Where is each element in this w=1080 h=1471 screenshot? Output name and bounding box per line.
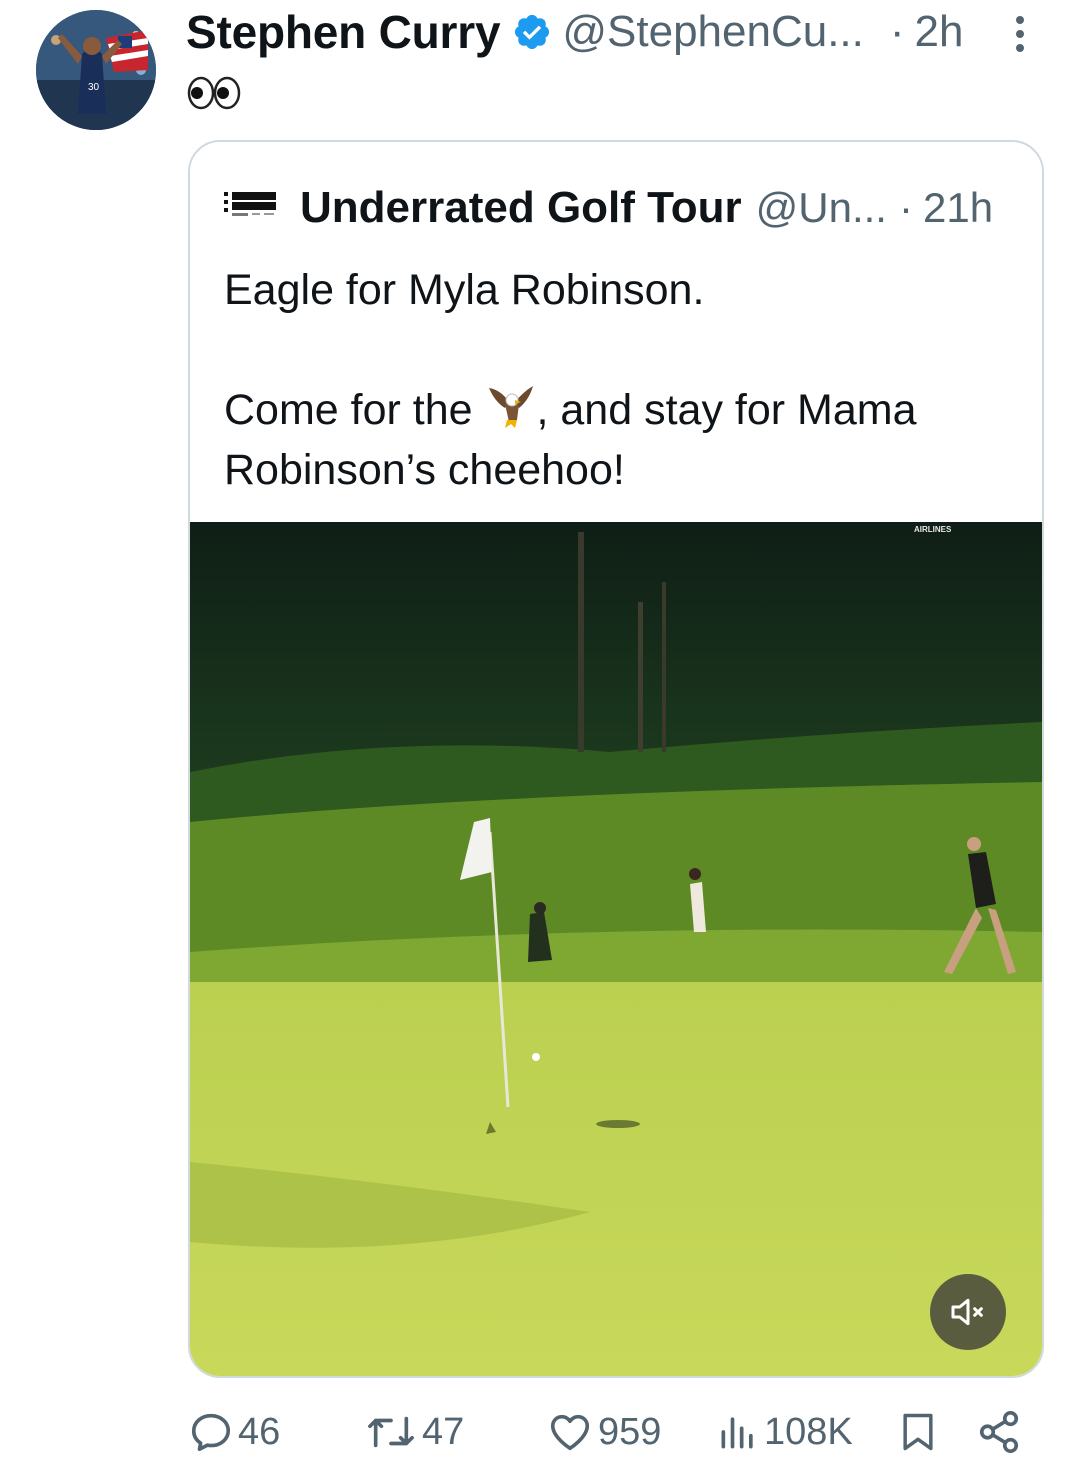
quoted-author-handle[interactable]: @Un...	[756, 184, 887, 232]
share-button[interactable]	[976, 1404, 1022, 1460]
like-count: 959	[598, 1410, 662, 1453]
underrated-logo-icon	[224, 192, 276, 216]
quoted-text-line-2: Come for the , and stay for Mama Robinso…	[224, 380, 1014, 500]
svg-text:30: 30	[88, 82, 100, 93]
quoted-text-line-2-start: Come for the	[224, 386, 485, 434]
quoted-author-name[interactable]: Underrated Golf Tour	[300, 183, 742, 233]
repost-button[interactable]: 47	[364, 1404, 464, 1460]
tweet-header: Stephen Curry @StephenCu... · 2h	[186, 4, 963, 60]
quoted-separator: ·	[898, 184, 913, 231]
reply-count: 46	[238, 1410, 281, 1453]
tweet-actions: 46 47 959 108K	[188, 1404, 1040, 1460]
repost-icon	[368, 1416, 414, 1448]
tweet-timestamp[interactable]: 2h	[915, 7, 964, 57]
bookmark-button[interactable]	[896, 1404, 940, 1460]
author-handle[interactable]: @StephenCu...	[562, 7, 864, 57]
heart-icon	[550, 1414, 590, 1451]
quoted-text-line-1: Eagle for Myla Robinson.	[224, 266, 705, 314]
reply-icon	[191, 1413, 231, 1452]
views-icon	[721, 1417, 753, 1449]
more-vertical-icon[interactable]	[1006, 14, 1034, 54]
share-icon	[979, 1411, 1019, 1453]
eagle-emoji	[488, 386, 533, 428]
embedded-video[interactable]: AIRLINES	[190, 522, 1042, 1376]
quoted-timestamp[interactable]: 21h	[923, 184, 993, 232]
author-name[interactable]: Stephen Curry	[186, 5, 501, 59]
like-button[interactable]: 959	[546, 1404, 661, 1460]
tweet-text: 👀	[186, 72, 242, 116]
quoted-tweet-header: Underrated Golf Tour @Un... · 21h	[224, 180, 993, 236]
verified-badge-icon	[515, 14, 550, 50]
reply-button[interactable]: 46	[188, 1404, 280, 1460]
eyes-emoji	[187, 76, 241, 110]
header-separator: ·	[889, 7, 905, 56]
muted-speaker-icon	[951, 1298, 983, 1326]
mute-toggle-button[interactable]	[930, 1274, 1006, 1350]
quoted-tweet-text: Eagle for Myla Robinson. Come for the , …	[224, 260, 1014, 500]
video-overlay-text: AIRLINES	[914, 525, 952, 534]
views-count: 108K	[764, 1410, 853, 1453]
author-avatar[interactable]: 30	[36, 10, 156, 130]
repost-count: 47	[422, 1410, 465, 1453]
bookmark-icon	[903, 1413, 933, 1451]
avatar-image: 30	[36, 10, 156, 130]
views-button[interactable]: 108K	[716, 1404, 853, 1460]
quoted-tweet-card[interactable]: Underrated Golf Tour @Un... · 21h Eagle …	[188, 140, 1044, 1378]
